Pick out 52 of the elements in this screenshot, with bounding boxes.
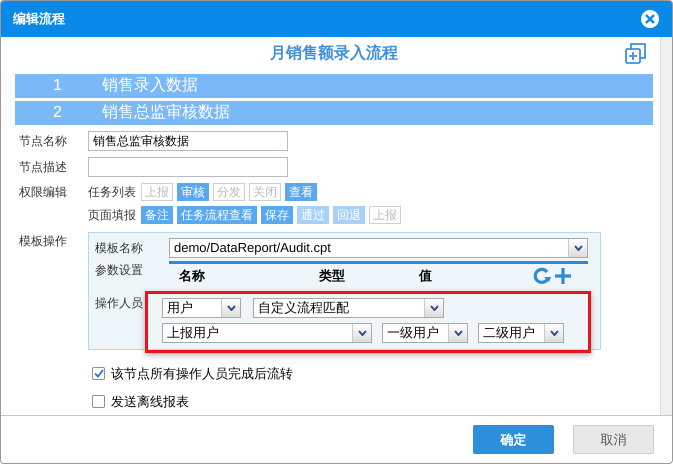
permission-button[interactable]: 上报 bbox=[369, 206, 401, 224]
add-icon[interactable] bbox=[554, 266, 572, 284]
step-bar[interactable]: 1 销售录入数据 bbox=[15, 74, 653, 98]
check-icon bbox=[94, 369, 104, 378]
field-label: 模板名称 bbox=[95, 240, 144, 257]
permission-button[interactable]: 上报 bbox=[141, 183, 173, 201]
caret-icon bbox=[454, 330, 462, 336]
window-title: 编辑流程 bbox=[13, 10, 65, 28]
caret-icon bbox=[574, 245, 582, 251]
add-copy-icon[interactable] bbox=[625, 42, 647, 64]
field-label: 模板操作 bbox=[19, 233, 68, 250]
dialog-button[interactable]: 取消 bbox=[573, 425, 654, 454]
flow-title: 月销售额录入流程 bbox=[270, 43, 398, 64]
permission-button[interactable]: 关闭 bbox=[249, 183, 281, 201]
caret-icon bbox=[550, 330, 558, 336]
caret-icon bbox=[358, 330, 366, 336]
field-label: 参数设置 bbox=[95, 262, 144, 279]
dropdown-field[interactable]: 二级用户 bbox=[478, 323, 564, 343]
option-label: 发送离线报表 bbox=[111, 392, 189, 410]
permission-button[interactable]: 保存 bbox=[261, 206, 293, 224]
dropdown-field[interactable]: 上报用户 bbox=[162, 323, 372, 343]
column-header: 类型 bbox=[319, 266, 346, 285]
dropdown-field[interactable]: 自定义流程匹配 bbox=[253, 298, 444, 318]
field-label: 节点名称 bbox=[19, 133, 68, 150]
close-icon[interactable] bbox=[640, 9, 660, 29]
group-label: 任务列表 bbox=[88, 184, 136, 201]
group-label: 页面填报 bbox=[88, 207, 136, 224]
permission-button[interactable]: 分发 bbox=[213, 183, 245, 201]
dropdown-field[interactable]: 一级用户 bbox=[382, 323, 468, 343]
dropdown-field[interactable]: 用户 bbox=[162, 298, 241, 318]
field-label: 操作人员 bbox=[95, 295, 144, 312]
permission-button[interactable]: 查看 bbox=[285, 183, 317, 201]
permission-button[interactable]: 备注 bbox=[141, 206, 173, 224]
dropdown-field[interactable]: demo/DataReport/Audit.cpt bbox=[169, 238, 588, 258]
checkbox[interactable] bbox=[92, 367, 105, 380]
permission-button[interactable]: 通过 bbox=[297, 206, 329, 224]
column-header: 名称 bbox=[178, 266, 206, 285]
dialog-button[interactable]: 确定 bbox=[473, 425, 554, 454]
refresh-icon[interactable] bbox=[532, 266, 552, 284]
caret-icon bbox=[430, 305, 438, 311]
step-bar[interactable]: 2 销售总监审核数据 bbox=[15, 101, 653, 125]
caret-icon bbox=[226, 305, 236, 311]
option-label: 该节点所有操作人员完成后流转 bbox=[111, 365, 293, 383]
field-label: 节点描述 bbox=[19, 159, 68, 176]
node-desc-field[interactable] bbox=[88, 157, 288, 177]
column-header: 值 bbox=[419, 266, 433, 285]
node-name-field[interactable]: 销售总监审核数据 bbox=[88, 131, 288, 151]
permission-button[interactable]: 审核 bbox=[177, 183, 209, 201]
permission-button[interactable]: 任务流程查看 bbox=[177, 206, 257, 224]
checkbox[interactable] bbox=[92, 394, 105, 408]
field-label: 权限编辑 bbox=[19, 184, 68, 201]
permission-button[interactable]: 回退 bbox=[333, 206, 365, 224]
